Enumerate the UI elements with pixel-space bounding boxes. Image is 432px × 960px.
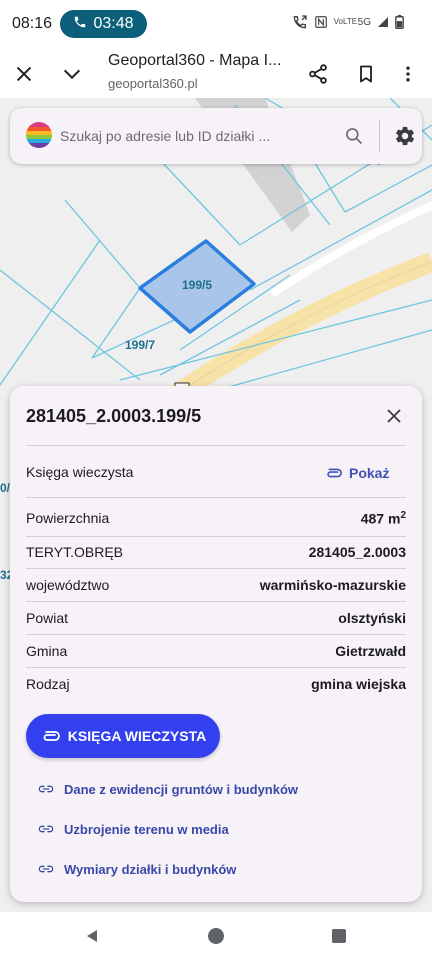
teryt-value: 281405_2.0003 xyxy=(308,544,406,560)
land-registry-button[interactable]: KSIĘGA WIECZYSTA xyxy=(26,714,220,758)
gear-icon xyxy=(396,126,414,146)
selected-parcel-label[interactable]: 199/5 xyxy=(182,278,212,292)
link-icon xyxy=(43,731,60,741)
area-value: 487 m2 xyxy=(360,510,406,527)
call-forward-icon xyxy=(292,14,308,30)
show-land-registry-link[interactable]: Pokaż xyxy=(324,462,389,484)
call-timer: 03:48 xyxy=(93,15,134,32)
system-nav-bar xyxy=(0,912,432,960)
bookmark-button[interactable] xyxy=(348,56,384,92)
status-bar: 08:16 03:48 VoLTE 5G xyxy=(0,0,432,50)
show-link-label: Pokaż xyxy=(349,465,390,481)
divider xyxy=(26,634,406,635)
link-icon xyxy=(327,468,342,478)
edge-parcel-label[interactable]: 0/ xyxy=(0,481,10,495)
teryt-label: TERYT.OBRĘB xyxy=(26,544,123,560)
share-icon xyxy=(309,64,327,84)
close-icon xyxy=(387,409,401,423)
divider xyxy=(26,667,406,668)
parcel-id-title: 281405_2.0003.199/5 xyxy=(26,406,202,426)
voivodeship-label: województwo xyxy=(26,577,110,593)
link-icon xyxy=(38,825,54,833)
type-label: Rodzaj xyxy=(26,676,70,692)
dimensions-link[interactable]: Wymiary działki i budynków xyxy=(38,858,236,880)
commune-value: Gietrzwałd xyxy=(335,643,406,659)
nfc-icon xyxy=(314,15,328,29)
bookmark-icon xyxy=(360,65,372,83)
land-registry-label: Księga wieczysta xyxy=(26,464,134,480)
close-icon xyxy=(16,66,32,82)
recents-square-icon xyxy=(332,929,346,943)
more-vert-icon xyxy=(406,66,410,82)
recents-button[interactable] xyxy=(327,924,351,948)
search-button[interactable] xyxy=(340,122,368,150)
back-button[interactable] xyxy=(80,924,104,948)
voivodeship-value: warmińsko-mazurskie xyxy=(259,577,406,593)
divider xyxy=(26,497,406,498)
commune-label: Gmina xyxy=(26,643,68,659)
home-circle-icon xyxy=(208,928,224,944)
type-value: gmina wiejska xyxy=(311,676,406,692)
divider xyxy=(26,568,406,569)
status-time: 08:16 xyxy=(12,15,53,32)
app-logo-icon[interactable] xyxy=(26,122,52,148)
dimensions-link-label: Wymiary działki i budynków xyxy=(64,861,237,877)
ongoing-call-chip[interactable]: 03:48 xyxy=(60,10,147,38)
chevron-down-icon xyxy=(63,69,81,80)
area-label: Powierzchnia xyxy=(26,510,110,526)
page-title: Geoportal360 - Mapa I... xyxy=(108,52,282,69)
utilities-link-label: Uzbrojenie terenu w media xyxy=(64,821,229,837)
parcel-info-panel: 281405_2.0003.199/5 Księga wieczysta Pok… xyxy=(10,386,422,902)
back-triangle-icon xyxy=(87,930,97,942)
search-divider xyxy=(379,120,380,152)
page-url[interactable]: geoportal360.pl xyxy=(108,76,198,91)
minimize-button[interactable] xyxy=(54,56,90,92)
status-icons: VoLTE 5G xyxy=(292,14,404,30)
browser-toolbar: Geoportal360 - Mapa I... geoportal360.pl xyxy=(0,50,432,98)
network-label: 5G xyxy=(357,16,371,28)
search-icon xyxy=(346,128,363,145)
phone-icon xyxy=(73,15,87,34)
settings-button[interactable] xyxy=(390,121,420,151)
neighbor-parcel-label[interactable]: 199/7 xyxy=(125,338,155,352)
land-records-link-label: Dane z ewidencji gruntów i budynków xyxy=(64,781,299,797)
land-records-link[interactable]: Dane z ewidencji gruntów i budynków xyxy=(38,778,298,800)
share-button[interactable] xyxy=(300,56,336,92)
link-icon xyxy=(38,785,54,793)
land-registry-button-label: KSIĘGA WIECZYSTA xyxy=(67,728,207,744)
divider xyxy=(26,445,406,446)
divider xyxy=(26,601,406,602)
link-icon xyxy=(38,865,54,873)
search-input[interactable] xyxy=(60,120,330,152)
volte-label: VoLTE xyxy=(333,17,358,26)
close-panel-button[interactable] xyxy=(378,400,410,432)
close-tab-button[interactable] xyxy=(6,56,42,92)
county-value: olsztyński xyxy=(338,610,406,626)
divider xyxy=(26,536,406,537)
county-label: Powiat xyxy=(26,610,69,626)
home-button[interactable] xyxy=(204,924,228,948)
more-options-button[interactable] xyxy=(390,56,426,92)
battery-icon xyxy=(395,15,404,29)
signal-icon xyxy=(377,16,389,28)
search-bar xyxy=(10,108,422,164)
utilities-link[interactable]: Uzbrojenie terenu w media xyxy=(38,818,229,840)
